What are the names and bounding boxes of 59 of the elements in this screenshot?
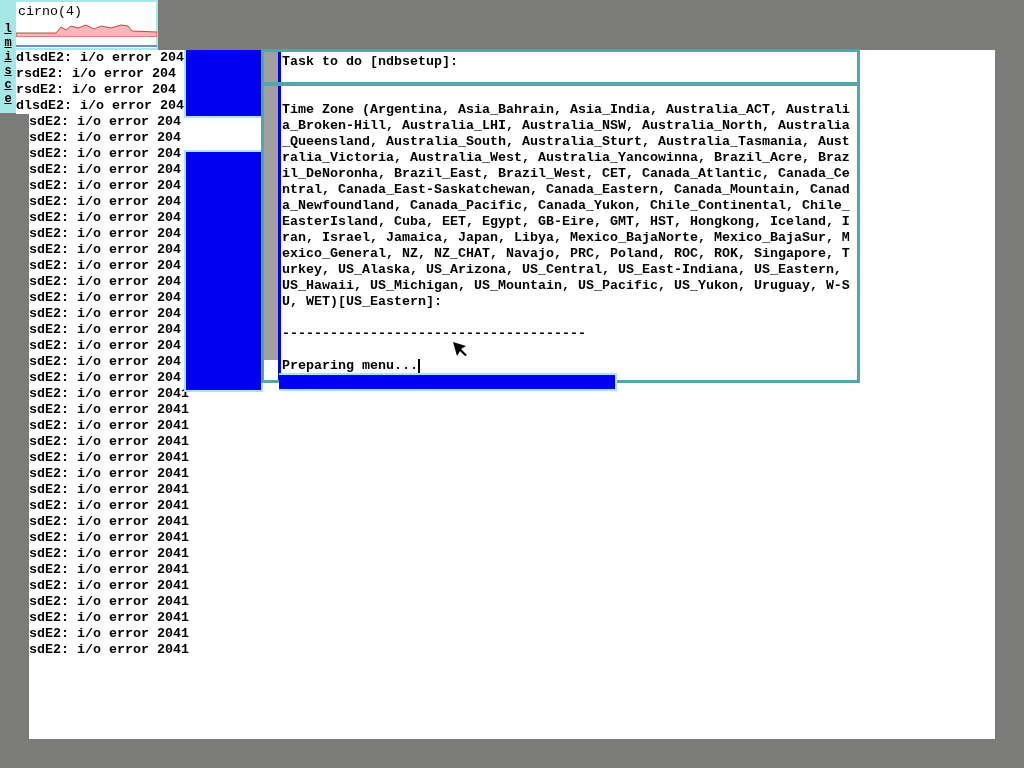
console-line: sdE2: i/o error 2041 xyxy=(29,546,189,562)
console-line: sdE2: i/o error 204 xyxy=(29,274,181,290)
console-line: sdE2: i/o error 2041 xyxy=(29,482,189,498)
prompt-line: _Queensland, Australia_South, Australia_Sturt, Australia_Tasmania, Aust xyxy=(282,134,850,150)
monitor-label: e xyxy=(4,92,12,106)
console-line: sdE2: i/o error 204 xyxy=(29,162,181,178)
console-line: sdE2: i/o error 2041 xyxy=(29,578,189,594)
console-line: sdE2: i/o error 2041 xyxy=(29,642,189,658)
prompt-line: ntral, Canada_East-Saskatchewan, Canada_Eastern, Canada_Mountain, Canad xyxy=(282,182,850,198)
prompt-line: ralia_Victoria, Australia_West, Australia_Yancowinna, Brazil_Acre, Braz xyxy=(282,150,850,166)
separator-line: -------------------------------------- xyxy=(282,326,586,342)
console-line: sdE2: i/o error 204 xyxy=(29,354,181,370)
console-line: sdE2: i/o error 204 xyxy=(29,370,181,386)
console-line: sdE2: i/o error 204 xyxy=(29,194,181,210)
prompt-line: Time Zone (Argentina, Asia_Bahrain, Asia_India, Australia_ACT, Australi xyxy=(282,102,850,118)
monitor-label: l xyxy=(4,22,12,36)
console-line: sdE2: i/o error 204 xyxy=(29,290,181,306)
console-line: sdE2: i/o error 2041 xyxy=(29,450,189,466)
console-line: sdE2: i/o error 2041 xyxy=(29,418,189,434)
prompt-line: il_DeNoronha, Brazil_East, Brazil_West, CET, Canada_Atlantic, Canada_Ce xyxy=(282,166,850,182)
prompt-line: ran, Israel, Jamaica, Japan, Libya, Mexico_BajaNorte, Mexico_BajaSur, M xyxy=(282,230,850,246)
console-line: sdE2: i/o error 2041 xyxy=(29,626,189,642)
console-line: sdE2: i/o error 204 xyxy=(29,258,181,274)
text-cursor xyxy=(418,359,420,373)
prompt-line: US_Hawaii, US_Michigan, US_Mountain, US_Pacific, US_Yukon, Uruguay, W-S xyxy=(282,278,850,294)
prompt-line: EasterIsland, Cuba, EET, Egypt, GB-Eire, GMT, HST, Hongkong, Iceland, I xyxy=(282,214,850,230)
console-line: sdE2: i/o error 2041 xyxy=(29,594,189,610)
status-text: Preparing menu... xyxy=(282,358,418,374)
prompt-line: a_Broken-Hill, Australia_LHI, Australia_NSW, Australia_North, Australia xyxy=(282,118,850,134)
monitor-title: cirno(4) xyxy=(18,4,82,20)
console-line: sdE2: i/o error 2041 xyxy=(29,466,189,482)
mouse-pointer-icon xyxy=(452,341,468,357)
console-line: sdE2: i/o error 204 xyxy=(29,306,181,322)
monitor-label: i xyxy=(4,50,12,64)
console-line: sdE2: i/o error 204 xyxy=(29,146,181,162)
console-line: sdE2: i/o error 2041 xyxy=(29,434,189,450)
console-line: sdE2: i/o error 204 xyxy=(29,210,181,226)
scrollbar[interactable] xyxy=(264,52,278,380)
prompt-line: urkey, US_Alaska, US_Arizona, US_Central, US_East-Indiana, US_Eastern, xyxy=(282,262,843,278)
prompt-line: U, WET)[US_Eastern]: xyxy=(282,294,442,310)
console-line: sdE2: i/o error 204 xyxy=(29,226,181,242)
prompt-line: a_Newfoundland, Canada_Pacific, Canada_Yukon, Chile_Continental, Chile_ xyxy=(282,198,850,214)
task-prompt: Task to do [ndbsetup]: xyxy=(282,54,458,70)
monitor-label: s xyxy=(4,64,12,78)
console-line: sdE2: i/o error 204 xyxy=(29,322,181,338)
console-line: sdE2: i/o error 2041 xyxy=(29,514,189,530)
console-line: sdE2: i/o error 204 xyxy=(29,114,181,130)
monitor-label: c xyxy=(4,78,12,92)
console-line: sdE2: i/o error 204 xyxy=(29,242,181,258)
console-line: sdE2: i/o error 2041 xyxy=(29,530,189,546)
console-line: sdE2: i/o error 204 xyxy=(29,338,181,354)
console-line: sdE2: i/o error 2041 xyxy=(29,402,189,418)
console-line: sdE2: i/o error 2041 xyxy=(29,562,189,578)
console-line: sdE2: i/o error 204 xyxy=(29,130,181,146)
monitor-label: m xyxy=(4,36,12,50)
console-line: sdE2: i/o error 2041 xyxy=(29,610,189,626)
prompt-line: exico_General, NZ, NZ_CHAT, Navajo, PRC, Poland, ROC, ROK, Singapore, T xyxy=(282,246,850,262)
console-line: sdE2: i/o error 2041 xyxy=(29,498,189,514)
console-line: sdE2: i/o error 204 xyxy=(29,178,181,194)
